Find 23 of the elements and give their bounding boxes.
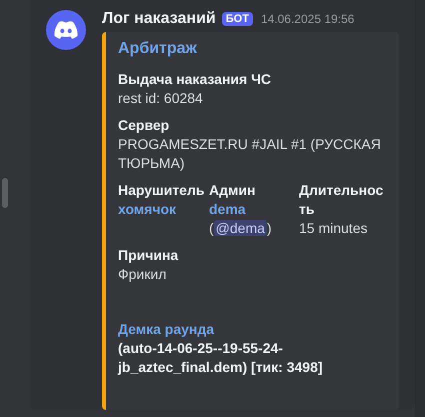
field-value: rest id: 60284 bbox=[118, 89, 204, 108]
field-value: 15 minutes bbox=[299, 219, 368, 238]
field-name: Нарушитель bbox=[118, 181, 206, 200]
field-value: ( bbox=[209, 220, 214, 236]
field-value: ) bbox=[266, 220, 272, 236]
user-link[interactable]: хомячок bbox=[118, 201, 176, 217]
bot-badge: БОТ bbox=[222, 12, 253, 26]
field-value: Фрикил bbox=[118, 265, 168, 284]
embed-title: Арбитраж bbox=[118, 40, 198, 58]
user-mention[interactable]: @dema bbox=[214, 220, 267, 236]
field-value: PROGAMESZET.RU #JAIL #1 (РУССКАЯ ТЮРЬМА) bbox=[118, 135, 382, 173]
field-name[interactable]: Демка раунда bbox=[118, 320, 389, 339]
field-name: Причина bbox=[118, 246, 180, 265]
field-name: Сервер bbox=[118, 116, 170, 135]
field-name: Админ bbox=[209, 181, 256, 200]
avatar-icon[interactable] bbox=[46, 10, 86, 50]
author-name[interactable]: Лог наказаний bbox=[102, 10, 216, 28]
field-name: Выдача наказания ЧС bbox=[118, 70, 272, 89]
field-name: Длительность bbox=[299, 181, 384, 219]
user-link[interactable]: dema bbox=[209, 201, 246, 217]
field-value: (auto-14-06-25--19-55-24-jb_aztec_final.dem) [тик: 3498] bbox=[118, 339, 324, 377]
timestamp: 14.06.2025 19:56 bbox=[260, 12, 354, 26]
scrollbar-thumb[interactable] bbox=[2, 178, 8, 208]
